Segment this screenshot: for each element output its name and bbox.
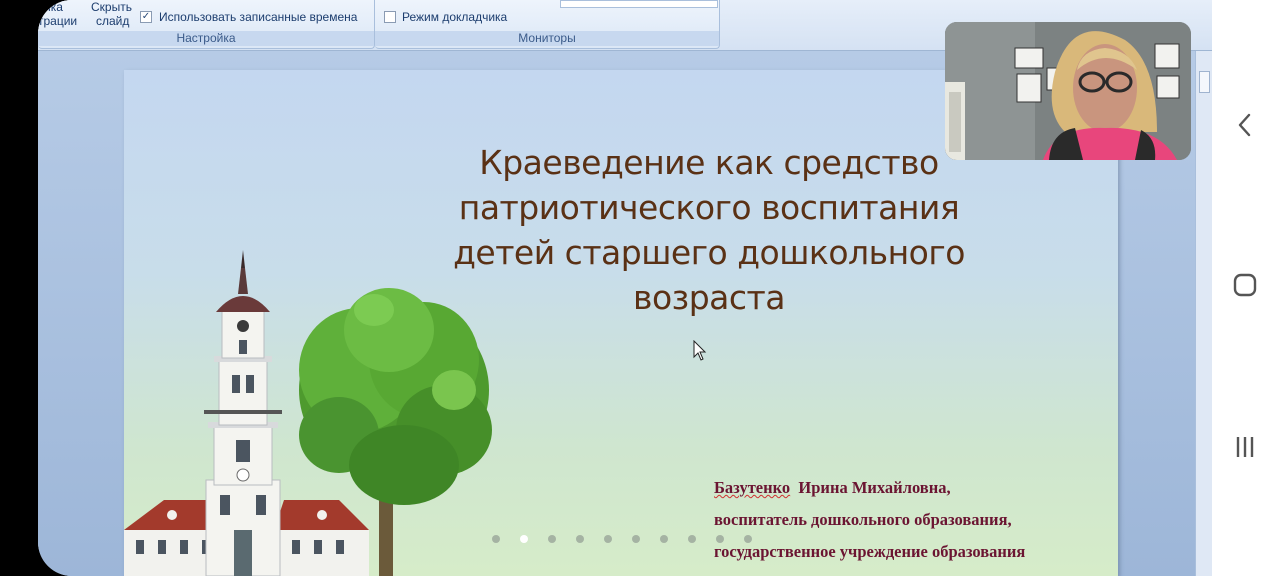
hide-slide-button[interactable]: Скрыть — [91, 0, 132, 14]
back-icon[interactable] — [1230, 110, 1260, 140]
use-timings-checkbox[interactable]: ✓ — [140, 11, 152, 23]
page-dot[interactable] — [576, 535, 584, 543]
rehearse-button-label[interactable]: ика — [44, 0, 63, 14]
system-navigation-bar — [1212, 0, 1280, 576]
author-organization-name: «Ясли-сад № 12 г. Могилёва» — [714, 568, 1094, 576]
page-dot[interactable] — [548, 535, 556, 543]
page-dot[interactable] — [688, 535, 696, 543]
home-icon[interactable] — [1230, 270, 1260, 300]
monitor-select[interactable] — [560, 0, 718, 8]
video-call-thumbnail[interactable] — [945, 22, 1191, 160]
page-dot[interactable] — [632, 535, 640, 543]
slide-title: Краеведение как средство патриотического… — [424, 140, 994, 320]
page-dot[interactable] — [744, 535, 752, 543]
title-line: возраста — [633, 278, 785, 317]
presenter-view-label[interactable]: Режим докладчика — [402, 10, 507, 24]
author-first-names: Ирина Михайловна, — [798, 478, 951, 497]
title-line: детей старшего дошкольного — [453, 233, 965, 272]
scrollbar-thumb[interactable] — [1199, 71, 1210, 93]
page-dot[interactable] — [660, 535, 668, 543]
author-surname: Базутенко — [714, 478, 791, 497]
rehearse-button-label-2[interactable]: трации — [38, 14, 77, 28]
author-block: Базутенко Ирина Михайловна, воспитатель … — [714, 472, 1094, 576]
vertical-scrollbar[interactable] — [1195, 51, 1212, 576]
title-line: патриотического воспитания — [458, 188, 960, 227]
title-line: Краеведение как средство — [479, 143, 939, 182]
use-timings-label[interactable]: Использовать записанные времена — [159, 10, 357, 24]
recent-apps-icon[interactable] — [1230, 432, 1260, 462]
hide-slide-button-label[interactable]: слайд — [96, 14, 129, 28]
mouse-pointer-icon — [693, 340, 707, 361]
page-dot[interactable] — [492, 535, 500, 543]
author-organization: государственное учреждение образования — [714, 542, 1026, 561]
page-dot[interactable] — [604, 535, 612, 543]
author-position: воспитатель дошкольного образования, — [714, 510, 1012, 529]
page-dot[interactable] — [716, 535, 724, 543]
setup-group: ика трации Скрыть слайд ✓ Использовать з… — [38, 0, 375, 49]
participant-camera-image — [945, 22, 1191, 160]
town-hall-illustration — [124, 250, 492, 576]
setup-group-label: Настройка — [38, 31, 374, 46]
presenter-view-checkbox[interactable] — [384, 11, 396, 23]
page-dot[interactable] — [520, 535, 528, 543]
monitors-group-label: Мониторы — [375, 31, 719, 46]
